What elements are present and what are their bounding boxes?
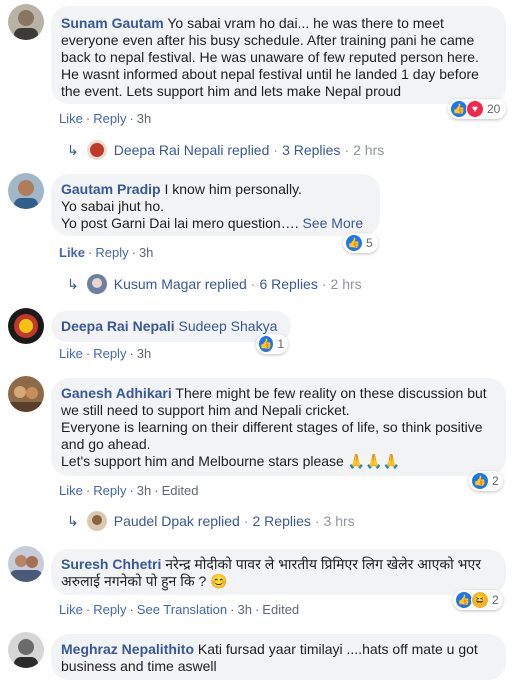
reply-author[interactable]: Kusum Magar replied bbox=[114, 276, 247, 292]
avatar[interactable] bbox=[8, 632, 44, 668]
avatar[interactable] bbox=[8, 308, 44, 344]
reply-time: 2 hrs bbox=[353, 142, 385, 158]
comment-actions: Like · Reply · 3h bbox=[59, 245, 154, 260]
comment-author[interactable]: Gautam Pradip bbox=[61, 181, 161, 197]
reaction-summary[interactable]: 👍 2 bbox=[469, 471, 503, 491]
reaction-count: 2 bbox=[492, 593, 499, 607]
avatar bbox=[86, 274, 107, 294]
comment-bubble: Deepa Rai Nepali Sudeep Shakya bbox=[51, 311, 291, 342]
reaction-count: 20 bbox=[487, 102, 501, 116]
comment-bubble: Ganesh Adhikari There might be few reali… bbox=[51, 378, 506, 476]
avatar[interactable] bbox=[8, 4, 44, 40]
love-reaction-icon: ♥ bbox=[466, 100, 484, 118]
reaction-summary[interactable]: 👍 5 bbox=[343, 233, 378, 253]
comment-time[interactable]: 3h bbox=[137, 111, 151, 126]
comment-bubble: Meghraz Nepalithito Kati fursad yaar tim… bbox=[51, 634, 506, 680]
reply-time: 2 hrs bbox=[330, 276, 362, 292]
comment-text: I know him personally. bbox=[164, 181, 302, 197]
reply-arrow-icon: ↳ bbox=[67, 141, 79, 158]
comment-author[interactable]: Meghraz Nepalithito bbox=[61, 641, 194, 657]
comment-time[interactable]: 3h bbox=[139, 245, 153, 260]
comment-bubble: Suresh Chhetri नरेन्द्र मोदीको पावर ले भ… bbox=[51, 549, 506, 595]
comment-time[interactable]: 3h bbox=[237, 602, 251, 617]
reply-arrow-icon: ↳ bbox=[67, 512, 79, 529]
reply-author[interactable]: Deepa Rai Nepali replied bbox=[114, 142, 270, 158]
replies-summary[interactable]: ↳ Kusum Magar replied · 6 Replies · 2 hr… bbox=[67, 274, 362, 294]
comment-author[interactable]: Ganesh Adhikari bbox=[61, 385, 172, 401]
comment-bubble: Sunam Gautam Yo sabai vram ho dai... he … bbox=[51, 6, 506, 104]
like-link[interactable]: Like bbox=[59, 483, 83, 498]
avatar bbox=[86, 140, 107, 160]
like-link[interactable]: Like bbox=[59, 346, 83, 361]
comment-author[interactable]: Suresh Chhetri bbox=[61, 556, 161, 572]
reaction-summary[interactable]: 👍 ♥ 20 bbox=[448, 99, 506, 119]
see-translation-link[interactable]: See Translation bbox=[137, 602, 227, 617]
edited-label[interactable]: Edited bbox=[262, 602, 299, 617]
mentioned-user[interactable]: Sudeep Shakya bbox=[179, 318, 278, 334]
like-reaction-icon: 👍 bbox=[258, 335, 275, 353]
comment-actions: Like · Reply · See Translation · 3h · Edited bbox=[59, 602, 300, 617]
reply-link[interactable]: Reply bbox=[93, 346, 126, 361]
avatar[interactable] bbox=[8, 546, 44, 582]
comment-actions: Like · Reply · 3h bbox=[59, 346, 152, 361]
like-link[interactable]: Like bbox=[59, 602, 83, 617]
reply-link[interactable]: Reply bbox=[93, 111, 126, 126]
comment-author[interactable]: Deepa Rai Nepali bbox=[61, 318, 175, 334]
reply-time: 3 hrs bbox=[323, 513, 355, 529]
replies-summary[interactable]: ↳ Paudel Dpak replied · 2 Replies · 3 hr… bbox=[67, 511, 355, 531]
haha-reaction-icon: 😆 bbox=[471, 591, 489, 609]
comment-time[interactable]: 3h bbox=[137, 483, 151, 498]
reply-count[interactable]: 6 Replies bbox=[259, 276, 317, 292]
reaction-summary[interactable]: 👍 1 bbox=[256, 334, 288, 354]
reply-link[interactable]: Reply bbox=[93, 483, 126, 498]
comment-text: Yo sabai jhut ho. bbox=[61, 198, 165, 214]
like-link[interactable]: Like bbox=[59, 111, 83, 126]
reply-arrow-icon: ↳ bbox=[67, 275, 79, 292]
see-more-link[interactable]: See More bbox=[303, 215, 364, 231]
avatar bbox=[86, 511, 107, 531]
comment-actions: Like · Reply · 3h · Edited bbox=[59, 483, 199, 498]
reply-count[interactable]: 3 Replies bbox=[282, 142, 340, 158]
reaction-count: 5 bbox=[366, 236, 373, 250]
edited-label[interactable]: Edited bbox=[162, 483, 199, 498]
reply-link[interactable]: Reply bbox=[93, 602, 126, 617]
reaction-count: 1 bbox=[277, 337, 284, 351]
reply-link[interactable]: Reply bbox=[95, 245, 128, 260]
replies-summary[interactable]: ↳ Deepa Rai Nepali replied · 3 Replies ·… bbox=[67, 140, 384, 160]
like-link[interactable]: Like bbox=[59, 245, 85, 260]
reaction-count: 2 bbox=[492, 474, 499, 488]
comment-actions: Like · Reply · 3h bbox=[59, 111, 152, 126]
comment-text: Yo post Garni Dai lai mero question…. bbox=[61, 215, 299, 231]
reaction-summary[interactable]: 👍 😆 2 bbox=[453, 590, 503, 610]
reply-count[interactable]: 2 Replies bbox=[253, 513, 311, 529]
like-reaction-icon: 👍 bbox=[345, 234, 363, 252]
reply-author[interactable]: Paudel Dpak replied bbox=[114, 513, 240, 529]
avatar[interactable] bbox=[8, 173, 44, 209]
comment-author[interactable]: Sunam Gautam bbox=[61, 15, 164, 31]
comment-bubble: Gautam Pradip I know him personally. Yo … bbox=[51, 174, 380, 236]
like-reaction-icon: 👍 bbox=[471, 472, 489, 490]
comment-time[interactable]: 3h bbox=[137, 346, 151, 361]
avatar[interactable] bbox=[8, 376, 44, 412]
